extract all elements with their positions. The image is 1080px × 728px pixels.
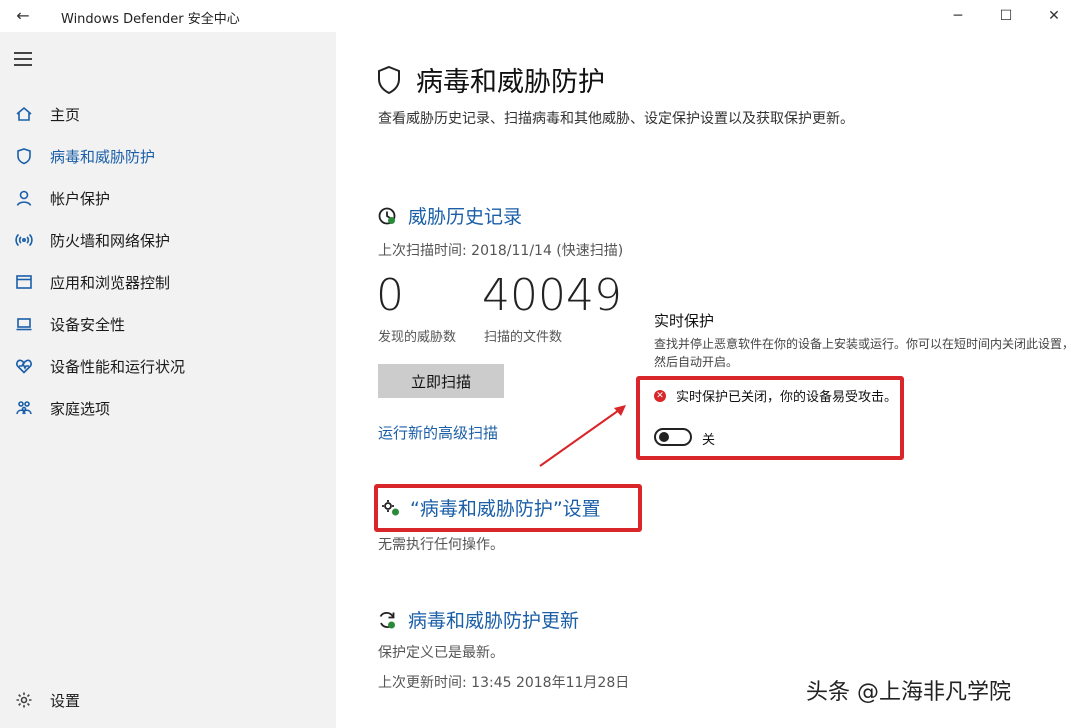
settings-title: “病毒和威胁防护”设置 <box>410 498 601 520</box>
person-icon <box>14 188 34 208</box>
sidebar: 主页 病毒和威胁防护 帐户保护 防火墙和网络保护 应用和浏览器控制 设备安全性 <box>0 32 336 728</box>
realtime-protection-description: 查找并停止恶意软件在你的设备上安装或运行。你可以在短时间内关闭此设置，然后自动开… <box>654 337 1075 369</box>
threat-history-header[interactable]: 威胁历史记录 <box>376 202 522 229</box>
sidebar-item-family-options[interactable]: 家庭选项 <box>0 390 336 426</box>
back-button[interactable]: ← <box>12 5 34 27</box>
close-button[interactable]: ✕ <box>1042 4 1066 28</box>
realtime-protection-title: 实时保护 <box>654 312 715 330</box>
updates-header[interactable]: 病毒和威胁防护更新 <box>376 606 579 633</box>
sidebar-item-label: 帐户保护 <box>50 189 111 208</box>
files-scanned-label: 扫描的文件数 <box>484 330 563 345</box>
page-description: 查看威胁历史记录、扫描病毒和其他威胁、设定保护设置以及获取保护更新。 <box>378 111 854 127</box>
annotation-arrow <box>539 405 626 467</box>
main-content: 病毒和威胁防护 查看威胁历史记录、扫描病毒和其他威胁、设定保护设置以及获取保护更… <box>336 32 1080 728</box>
error-icon: ✕ <box>654 389 666 402</box>
sidebar-settings-label: 设置 <box>50 691 81 710</box>
toggle-state-label: 关 <box>702 433 716 448</box>
sidebar-item-account-protection[interactable]: 帐户保护 <box>0 180 336 216</box>
last-update-text: 上次更新时间: 13:45 2018年11月28日 <box>378 675 630 691</box>
updates-title: 病毒和威胁防护更新 <box>408 610 580 632</box>
settings-header[interactable]: “病毒和威胁防护”设置 <box>380 494 601 521</box>
sidebar-item-firewall[interactable]: 防火墙和网络保护 <box>0 222 336 258</box>
shield-outline-icon <box>378 65 400 94</box>
refresh-icon <box>379 611 395 628</box>
laptop-icon <box>14 314 34 334</box>
heart-icon <box>14 356 34 376</box>
sidebar-item-app-browser[interactable]: 应用和浏览器控制 <box>0 264 336 300</box>
last-scan-text: 上次扫描时间: 2018/11/14 (快速扫描) <box>378 243 624 259</box>
sidebar-item-label: 设备安全性 <box>50 315 126 334</box>
minimize-button[interactable]: ─ <box>946 4 970 28</box>
realtime-protection-toggle[interactable] <box>654 428 692 446</box>
settings-status-text: 无需执行任何操作。 <box>378 537 504 553</box>
sidebar-item-label: 设备性能和运行状况 <box>50 357 186 376</box>
page-title-text: 病毒和威胁防护 <box>416 67 605 98</box>
title-bar: ← Windows Defender 安全中心 ─ ☐ ✕ <box>0 0 1080 32</box>
sidebar-item-home[interactable]: 主页 <box>0 96 336 132</box>
home-icon <box>14 104 34 124</box>
history-icon <box>378 207 396 224</box>
toggle-knob <box>659 432 669 442</box>
sidebar-item-label: 防火墙和网络保护 <box>50 231 171 250</box>
wireless-icon <box>14 230 34 250</box>
threats-found-count: 0 <box>376 270 404 321</box>
realtime-warning-text: 实时保护已关闭，你的设备易受攻击。 <box>676 390 898 405</box>
advanced-scan-link[interactable]: 运行新的高级扫描 <box>378 422 498 443</box>
sidebar-item-settings[interactable]: 设置 <box>0 682 336 718</box>
settings-gear-icon <box>382 499 399 515</box>
page-title: 病毒和威胁防护 <box>376 60 605 99</box>
sidebar-item-virus-protection[interactable]: 病毒和威胁防护 <box>0 138 336 174</box>
hamburger-menu-icon[interactable] <box>14 52 32 66</box>
threat-history-title: 威胁历史记录 <box>408 206 523 228</box>
scan-now-button[interactable]: 立即扫描 <box>378 364 504 398</box>
window-title: Windows Defender 安全中心 <box>61 12 240 27</box>
sidebar-item-label: 主页 <box>50 105 81 124</box>
sidebar-item-device-security[interactable]: 设备安全性 <box>0 306 336 342</box>
files-scanned-count: 40049 <box>482 270 622 321</box>
threats-found-label: 发现的威胁数 <box>378 330 457 345</box>
gear-icon <box>14 690 34 710</box>
sidebar-item-label: 家庭选项 <box>50 399 111 418</box>
app-window-icon <box>14 272 34 292</box>
watermark: 头条 @上海非凡学院 <box>806 680 1011 705</box>
sidebar-item-label: 病毒和威胁防护 <box>50 147 156 166</box>
family-icon <box>14 398 34 418</box>
sidebar-item-device-health[interactable]: 设备性能和运行状况 <box>0 348 336 384</box>
updates-status-text: 保护定义已是最新。 <box>378 645 504 661</box>
maximize-button[interactable]: ☐ <box>994 4 1018 28</box>
realtime-warning: ✕ 实时保护已关闭，你的设备易受攻击。 <box>654 386 897 405</box>
shield-icon <box>14 146 34 166</box>
sidebar-item-label: 应用和浏览器控制 <box>50 273 171 292</box>
